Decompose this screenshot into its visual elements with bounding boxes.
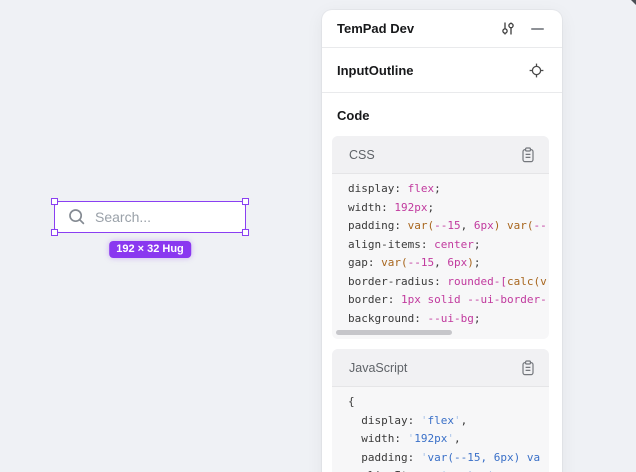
sliders-icon[interactable] <box>501 21 515 36</box>
js-code-card: JavaScript { display: 'flex', width: '19… <box>332 349 549 472</box>
css-card-header: CSS <box>332 136 549 174</box>
cursor-fragment <box>631 0 636 5</box>
horizontal-scrollbar[interactable] <box>336 330 452 335</box>
clipboard-icon[interactable] <box>521 360 535 376</box>
css-card-label: CSS <box>349 148 521 162</box>
code-line: align-items: center; <box>348 236 549 255</box>
component-row: InputOutline <box>322 48 562 93</box>
search-placeholder-text: Search... <box>95 209 151 225</box>
code-line: display: flex; <box>348 180 549 199</box>
panel-title: TemPad Dev <box>337 21 501 36</box>
search-input-component[interactable]: Search... <box>54 201 246 233</box>
code-section-title: Code <box>337 108 562 123</box>
code-line: width: 192px; <box>348 199 549 218</box>
code-line: { <box>348 393 549 412</box>
code-line: padding: 'var(--15, 6px) va <box>348 449 549 468</box>
minimize-icon[interactable] <box>531 28 544 30</box>
code-section: Code CSS display: flex;width: 192px;padd… <box>322 93 562 472</box>
code-line: gap: var(--15, 6px); <box>348 254 549 273</box>
selection-handle-bottom-left[interactable] <box>51 229 58 236</box>
code-line: border-radius: rounded-[calc(v <box>348 273 549 292</box>
js-card-header: JavaScript <box>332 349 549 387</box>
panel-header: TemPad Dev <box>322 10 562 48</box>
crosshair-target-icon[interactable] <box>529 63 544 78</box>
code-line: padding: var(--15, 6px) var(-- <box>348 217 549 236</box>
magnifier-icon <box>68 208 86 226</box>
code-line: display: 'flex', <box>348 412 549 431</box>
size-badge: 192 × 32 Hug <box>109 241 191 258</box>
code-line: width: '192px', <box>348 430 549 449</box>
js-code-body[interactable]: { display: 'flex', width: '192px', paddi… <box>332 387 549 472</box>
tempad-dev-panel: TemPad Dev InputOutline <box>322 10 562 472</box>
selection-handle-top-left[interactable] <box>51 198 58 205</box>
component-name: InputOutline <box>337 63 529 78</box>
js-card-label: JavaScript <box>349 361 521 375</box>
code-line: background: --ui-bg; <box>348 310 549 329</box>
css-code-card: CSS display: flex;width: 192px;padding: … <box>332 136 549 339</box>
clipboard-icon[interactable] <box>521 147 535 163</box>
css-code-body[interactable]: display: flex;width: 192px;padding: var(… <box>332 174 549 339</box>
code-line: border: 1px solid --ui-border- <box>348 291 549 310</box>
code-line: alignItems: 'center', <box>348 467 549 472</box>
selection-handle-bottom-right[interactable] <box>242 229 249 236</box>
selection-handle-top-right[interactable] <box>242 198 249 205</box>
